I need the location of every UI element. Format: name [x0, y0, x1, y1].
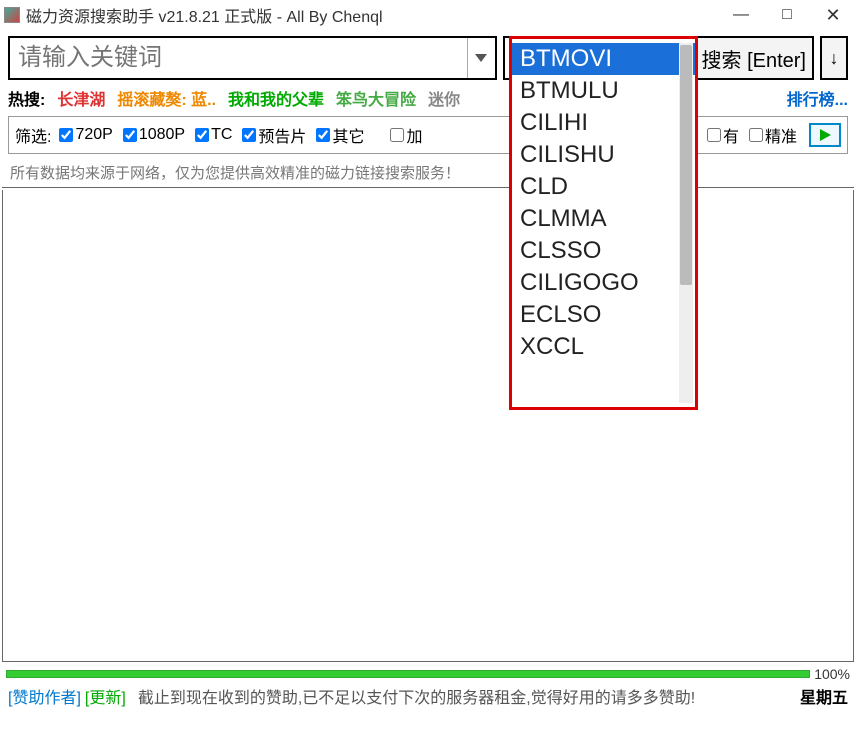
- sponsor-link[interactable]: [赞助作者]: [8, 684, 81, 708]
- info-text: 所有数据均来源于网络，仅为您提供高效精准的磁力链接搜索服务！: [2, 156, 854, 188]
- hot-item-4[interactable]: 笨鸟大冒险: [336, 86, 416, 110]
- search-button[interactable]: 搜索 [Enter]: [694, 36, 814, 80]
- search-input[interactable]: [10, 42, 467, 74]
- search-toolbar: BTMOVI 搜索 [Enter] ↓: [0, 30, 856, 84]
- app-icon: [4, 7, 20, 23]
- chevron-down-icon: [475, 54, 487, 62]
- ranking-link[interactable]: 排行榜...: [787, 86, 848, 110]
- hot-item-5[interactable]: 迷你: [428, 86, 460, 110]
- progress-bar: [6, 670, 810, 678]
- filter-1080p[interactable]: 1080P: [121, 126, 187, 144]
- dropdown-item[interactable]: CLSSO: [512, 235, 695, 267]
- filter-label: 筛选:: [15, 123, 51, 147]
- filter-tc[interactable]: TC: [193, 126, 234, 144]
- dropdown-item[interactable]: ECLSO: [512, 299, 695, 331]
- dropdown-item[interactable]: CILIGOGO: [512, 267, 695, 299]
- progress-percent: 100%: [814, 666, 850, 682]
- dropdown-item[interactable]: CILISHU: [512, 139, 695, 171]
- status-bar: [赞助作者] [更新] 截止到现在收到的赞助,已不足以支付下次的服务器租金,觉得…: [0, 682, 856, 712]
- source-dropdown-highlight: BTMOVI BTMULU CILIHI CILISHU CLD CLMMA C…: [509, 36, 698, 410]
- filter-append[interactable]: 加: [388, 123, 424, 147]
- filter-precise[interactable]: 精准: [747, 123, 799, 147]
- results-area: [2, 190, 854, 662]
- close-button[interactable]: ✕: [810, 0, 856, 30]
- titlebar: 磁力资源搜索助手 v21.8.21 正式版 - All By Chenql — …: [0, 0, 856, 30]
- dropdown-item[interactable]: XCCL: [512, 331, 695, 363]
- hot-search-row: 热搜: 长津湖 摇滚藏獒: 蓝.. 我和我的父辈 笨鸟大冒险 迷你 排行榜...: [0, 84, 856, 114]
- update-link[interactable]: [更新]: [85, 684, 126, 708]
- filter-trailer[interactable]: 预告片: [240, 123, 308, 147]
- dropdown-item[interactable]: BTMULU: [512, 75, 695, 107]
- play-button[interactable]: [809, 123, 841, 147]
- filter-other[interactable]: 其它: [314, 123, 366, 147]
- hot-item-1[interactable]: 长津湖: [57, 86, 105, 110]
- search-history-dropdown[interactable]: [467, 38, 495, 78]
- play-icon: [818, 128, 832, 142]
- filter-has[interactable]: 有: [705, 123, 741, 147]
- hot-item-3[interactable]: 我和我的父辈: [228, 86, 324, 110]
- dropdown-scrollbar[interactable]: [679, 43, 693, 403]
- status-message: 截止到现在收到的赞助,已不足以支付下次的服务器租金,觉得好用的请多多赞助!: [138, 684, 796, 708]
- search-input-wrap: [8, 36, 497, 80]
- window-title: 磁力资源搜索助手 v21.8.21 正式版 - All By Chenql: [26, 3, 718, 27]
- filter-720p[interactable]: 720P: [57, 126, 114, 144]
- dropdown-item[interactable]: CILIHI: [512, 107, 695, 139]
- status-day: 星期五: [800, 684, 848, 708]
- dropdown-item[interactable]: CLD: [512, 171, 695, 203]
- hot-item-2[interactable]: 摇滚藏獒: 蓝..: [117, 86, 216, 110]
- progress-row: 100%: [0, 664, 856, 682]
- dropdown-item[interactable]: BTMOVI: [512, 43, 695, 75]
- source-dropdown-list: BTMOVI BTMULU CILIHI CILISHU CLD CLMMA C…: [512, 39, 695, 407]
- hot-label: 热搜:: [8, 86, 45, 110]
- minimize-button[interactable]: —: [718, 0, 764, 30]
- scrollbar-thumb[interactable]: [680, 45, 692, 285]
- maximize-button[interactable]: □: [764, 0, 810, 30]
- dropdown-item[interactable]: CLMMA: [512, 203, 695, 235]
- next-source-button[interactable]: ↓: [820, 36, 848, 80]
- filter-row: 筛选: 720P 1080P TC 预告片 其它 加 有 精准: [8, 116, 848, 154]
